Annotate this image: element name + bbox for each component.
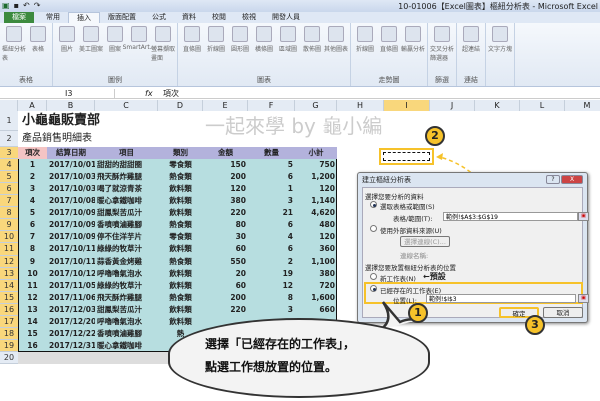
step-badge-1: 1 (408, 303, 428, 323)
callout-line-1: 選擇「已經存在的工作表」， (205, 337, 356, 351)
callout-line-2: 點選工作想放置的位置。 (205, 360, 338, 374)
step-badge-3: 3 (525, 315, 545, 335)
step-badge-2: 2 (425, 126, 445, 146)
callout-text: 選擇「已經存在的工作表」， 點選工作想放置的位置。 (205, 333, 355, 379)
